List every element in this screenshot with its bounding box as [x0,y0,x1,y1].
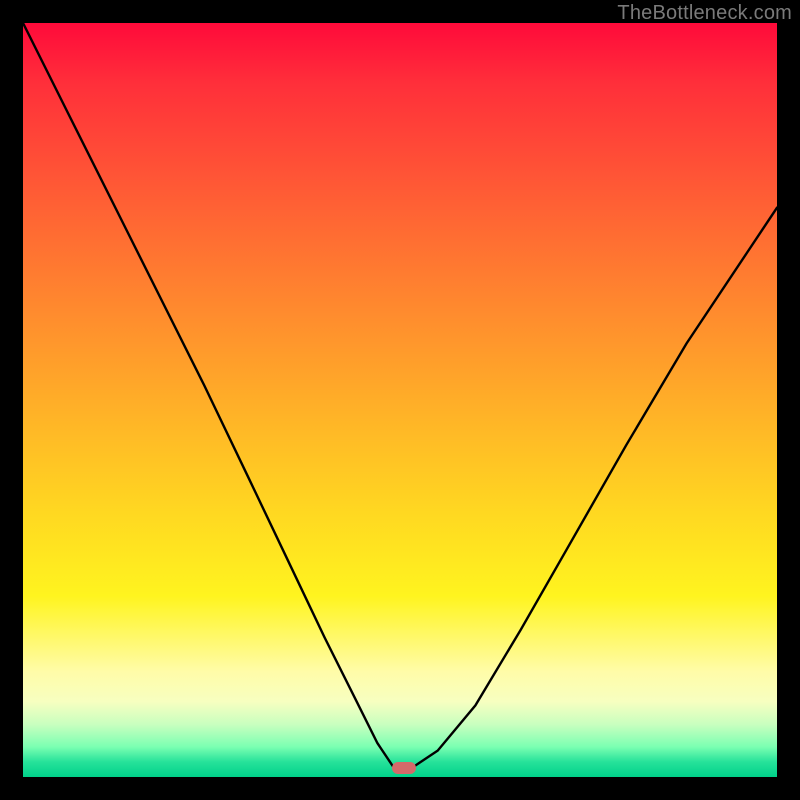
plot-area [23,23,777,777]
curve-minimum-marker [392,762,416,774]
chart-frame: TheBottleneck.com [0,0,800,800]
watermark-text: TheBottleneck.com [617,2,792,25]
bottleneck-curve [23,23,777,777]
